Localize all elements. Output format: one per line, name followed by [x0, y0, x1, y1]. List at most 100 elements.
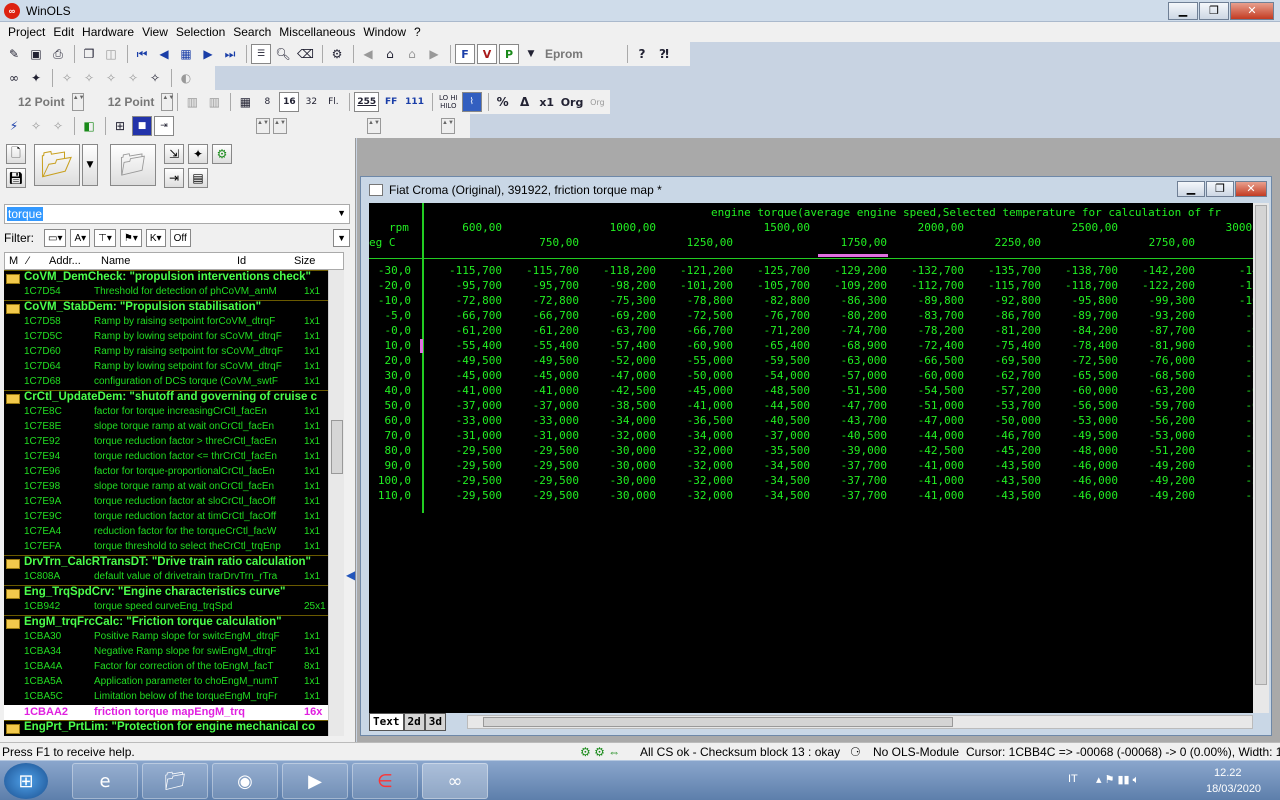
map-cell[interactable]: -45,000 [456, 369, 502, 382]
map-cell[interactable]: -54, [1246, 444, 1254, 457]
tool-6-icon[interactable]: ◐ [176, 68, 196, 88]
list-item[interactable]: 1C7E92 torque reduction factor > threCrCt… [4, 435, 328, 450]
map-cell[interactable]: -34,500 [764, 474, 810, 487]
dropdown-icon[interactable]: ▼ [521, 44, 541, 64]
map-cell[interactable]: -34,500 [764, 489, 810, 502]
map-cell[interactable]: -32,000 [687, 459, 733, 472]
color-icon[interactable]: ◧ [79, 116, 99, 136]
p-icon[interactable]: P [498, 44, 519, 64]
font-size-spinner-2[interactable]: ▲▼ [161, 93, 174, 111]
grid-icon[interactable]: ▦ [176, 44, 196, 64]
next-icon[interactable]: ▶ [198, 44, 218, 64]
start-button[interactable]: ⊞ [4, 763, 48, 799]
factor-button[interactable]: x1 [537, 92, 557, 112]
map-cell[interactable]: -102, [1239, 294, 1253, 307]
chart-icon[interactable]: ⚡ [4, 116, 24, 136]
map-cell[interactable]: -109,200 [834, 279, 887, 292]
filter-flag-button[interactable]: ⚑▾ [119, 229, 142, 247]
map-cell[interactable]: -38,500 [610, 399, 656, 412]
filter-k-button[interactable]: K▾ [145, 229, 166, 247]
map-cell[interactable]: -115,700 [526, 264, 579, 277]
map-cell[interactable]: -115,700 [988, 279, 1041, 292]
map-cell[interactable]: -31,000 [533, 429, 579, 442]
media-taskbar-icon[interactable]: ▶ [282, 763, 348, 799]
map-cell[interactable]: -32,000 [687, 474, 733, 487]
map-cell[interactable]: -47,700 [841, 399, 887, 412]
search-dropdown-icon[interactable]: ▼ [337, 208, 346, 218]
map-cell[interactable]: -52,000 [610, 354, 656, 367]
ie-taskbar-icon[interactable]: e [72, 763, 138, 799]
layout-icon[interactable]: ⊞ [110, 116, 130, 136]
map-cell[interactable]: -49,500 [456, 354, 502, 367]
map-cell[interactable]: -34,000 [687, 429, 733, 442]
map-cell[interactable]: -30,000 [610, 474, 656, 487]
map-cell[interactable]: -40,500 [764, 414, 810, 427]
list-item[interactable]: 1C7EFA torque threshold to select theCrCt… [4, 540, 328, 555]
map-cell[interactable]: -47,000 [918, 414, 964, 427]
map-cell[interactable]: -76,700 [764, 309, 810, 322]
list-item[interactable]: 1C7D64 Ramp by lowing setpoint for sCoVM_… [4, 360, 328, 375]
trash-icon[interactable]: ⌫ [295, 44, 316, 64]
map-tool-icon[interactable]: ✧ [26, 116, 46, 136]
map-cell[interactable]: -78,200 [918, 324, 964, 337]
chrome-taskbar-icon[interactable]: ◉ [212, 763, 278, 799]
filter-dim-button[interactable]: ⊤▾ [94, 229, 116, 247]
list-group-header[interactable]: CrCtl_UpdateDem: "shutoff and governing … [4, 390, 328, 405]
map-cell[interactable]: -84,200 [1072, 324, 1118, 337]
map-cell[interactable]: -30,000 [610, 444, 656, 457]
spinner-d[interactable]: ▲▼ [441, 118, 455, 134]
map-cell[interactable]: -72,800 [456, 294, 502, 307]
map-cell[interactable]: -52, [1246, 459, 1254, 472]
menu-project[interactable]: Project [4, 25, 49, 39]
map-cell[interactable]: -56,200 [1149, 414, 1195, 427]
export-icon[interactable]: ⇥ [164, 168, 184, 188]
map-cell[interactable]: -118,200 [603, 264, 656, 277]
map-cell[interactable]: -53,700 [995, 399, 1041, 412]
explorer-taskbar-icon[interactable]: 📁︎ [142, 763, 208, 799]
list-item[interactable]: 1C7E8E slope torque ramp at wait onCrCtl_… [4, 420, 328, 435]
map-cell[interactable]: -51,000 [918, 399, 964, 412]
eprom-button[interactable]: Eprom [543, 44, 585, 64]
eset-taskbar-icon[interactable]: ∈ [352, 763, 418, 799]
tool-2-icon[interactable]: ✧ [79, 68, 99, 88]
filter-expand-icon[interactable]: ▼ [333, 229, 350, 247]
map-cell[interactable]: -85, [1246, 339, 1254, 352]
list-item[interactable]: 1C7E96 factor for torque-proportionalCrCt… [4, 465, 328, 480]
map-cell[interactable]: -50,000 [687, 369, 733, 382]
close-button[interactable]: ✕ [1230, 2, 1274, 20]
properties-icon[interactable]: ▤ [188, 168, 208, 188]
list-group-header[interactable]: DrvTrn_CalcRTransDT: "Drive train ratio … [4, 555, 328, 570]
import-icon[interactable]: ⇲ [164, 144, 184, 164]
list-item[interactable]: 1C7E94 torque reduction factor <= thrCrCt… [4, 450, 328, 465]
list-icon[interactable]: ☰ [251, 44, 271, 64]
map-cell[interactable]: -83,700 [918, 309, 964, 322]
font-size-select-2[interactable]: 12 Point [106, 92, 157, 112]
map-cell[interactable]: -43,500 [995, 489, 1041, 502]
map-cell[interactable]: -57,400 [610, 339, 656, 352]
map-cell[interactable]: -41,000 [456, 384, 502, 397]
menu-miscellaneous[interactable]: Miscellaneous [275, 25, 359, 39]
map-minimize-button[interactable]: ▁ [1177, 181, 1205, 197]
window-icon[interactable]: ❐ [79, 44, 99, 64]
filter-type-button[interactable]: ▭▾ [44, 229, 67, 247]
map-cell[interactable]: -62,700 [995, 369, 1041, 382]
map-cell[interactable]: -48,500 [764, 384, 810, 397]
sign-icon[interactable]: ⌇ [461, 92, 482, 112]
map-cell[interactable]: -81,200 [995, 324, 1041, 337]
map-cell[interactable]: -41,000 [533, 384, 579, 397]
first-icon[interactable]: ⏮ [132, 44, 152, 64]
list-item[interactable]: 1CBA5C Limitation below of the torqueEngM… [4, 690, 328, 705]
list-scrollbar[interactable] [328, 270, 344, 736]
list-group-header[interactable]: CoVM_StabDem: "Propulsion stabilisation" [4, 300, 328, 315]
map-cell[interactable]: -52, [1246, 489, 1254, 502]
last-icon[interactable]: ⏭ [220, 44, 240, 64]
wizard-icon[interactable]: ✦ [188, 144, 208, 164]
map-cell[interactable]: -29,500 [533, 489, 579, 502]
list-group-header[interactable]: EngPrt_PrtLim: "Protection for engine me… [4, 720, 328, 735]
map-tool-2-icon[interactable]: ✧ [48, 116, 68, 136]
map-cell[interactable]: -78,800 [687, 294, 733, 307]
grid-vscrollbar[interactable] [1253, 203, 1269, 713]
map-cell[interactable]: -66,700 [533, 309, 579, 322]
map-cell[interactable]: -118,700 [1065, 279, 1118, 292]
map-cell[interactable]: -75,400 [995, 339, 1041, 352]
